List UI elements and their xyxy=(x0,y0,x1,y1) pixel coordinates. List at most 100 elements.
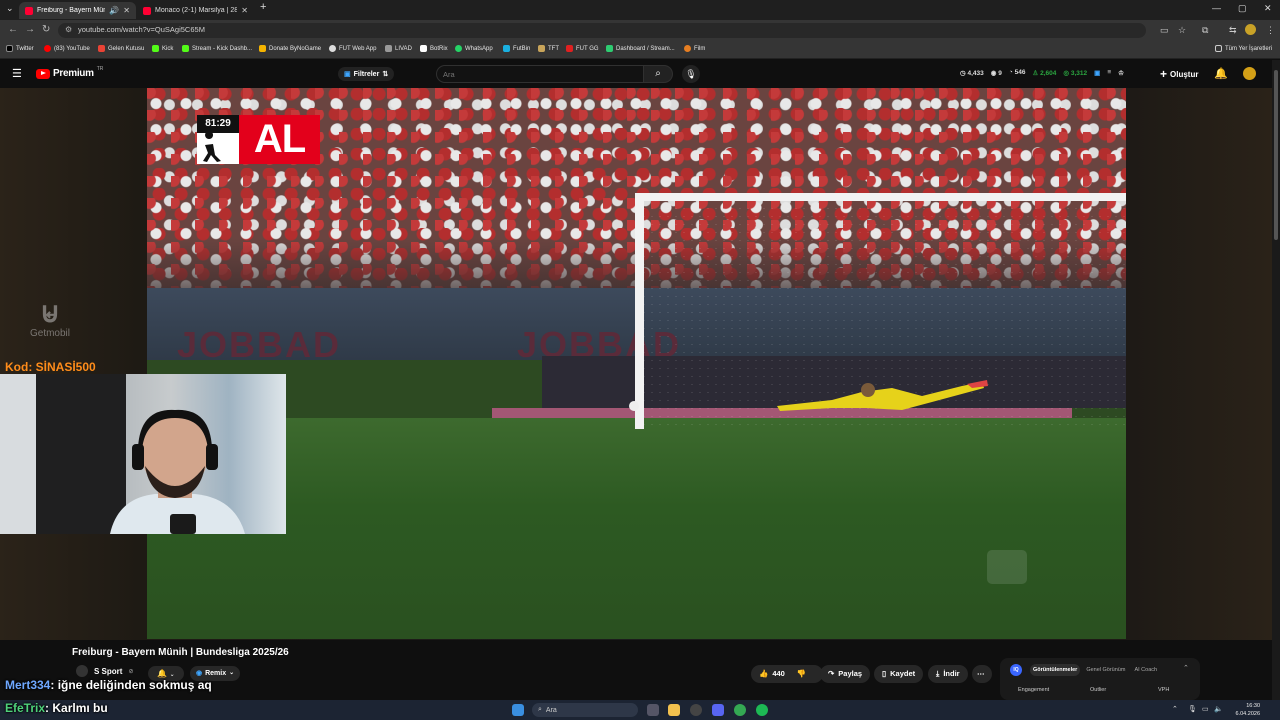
tab-groups-icon[interactable]: ⇆ xyxy=(1229,25,1237,36)
windows-taskbar: ⌕ Ara ⌃ 🎙 ▭ 🔈 16:30 6.04.2026 xyxy=(0,700,1280,720)
microphone-tray-icon[interactable]: 🎙 xyxy=(1188,705,1197,713)
create-button[interactable]: + Oluştur xyxy=(1160,67,1198,81)
bookmark-kick[interactable]: Kick xyxy=(152,45,173,52)
getmobil-logo-icon: ⊌ xyxy=(39,297,61,328)
list-icon[interactable]: ≡ xyxy=(1107,69,1111,77)
back-icon[interactable]: ← xyxy=(8,24,18,35)
youtube-favicon-icon xyxy=(25,6,33,15)
chat-username: EfeTrix xyxy=(5,701,46,715)
tab-freiburg-bayern[interactable]: Freiburg - Bayern Münih | B 🔊 ✕ xyxy=(19,2,136,19)
tft-icon xyxy=(538,45,545,52)
bookmark-star-icon[interactable]: ☆ xyxy=(1178,25,1186,36)
more-actions-button[interactable]: ⋯ xyxy=(972,665,992,683)
search-input[interactable] xyxy=(443,68,633,80)
subs-stat: ♙ 2,604 xyxy=(1032,70,1057,77)
goalkeeper-diving xyxy=(777,380,988,411)
bookmark-kick-dashboard[interactable]: Stream - Kick Dashb... xyxy=(182,45,252,52)
speaker-icon[interactable]: 🔊 xyxy=(109,6,119,15)
extensions-icon[interactable]: ⧉ xyxy=(1202,25,1208,36)
bookmark-dashboard-stream[interactable]: Dashboard / Stream... xyxy=(606,45,675,52)
page-scrollbar[interactable] xyxy=(1272,60,1280,700)
bookmark-futbin[interactable]: FutBin xyxy=(503,45,530,52)
maximize-icon[interactable]: ▢ xyxy=(1238,3,1247,14)
bookmark-whatsapp[interactable]: WhatsApp xyxy=(455,45,493,52)
like-dislike-button[interactable]: 👍 440 👎 xyxy=(751,665,823,683)
bookmark-botrix[interactable]: BotRix xyxy=(420,45,448,52)
omnibox[interactable]: ⚙ youtube.com/watch?v=QuSAgi5C65M xyxy=(58,23,1146,38)
site-info-icon[interactable]: ⚙ xyxy=(65,25,72,34)
save-button[interactable]: ▯ Kaydet xyxy=(874,665,924,683)
spotify-icon[interactable] xyxy=(756,704,768,716)
filters-button[interactable]: ▣ Filtreler ⇅ xyxy=(338,67,395,81)
youtube-premium-logo[interactable]: Premium TR xyxy=(36,66,103,79)
more-icon: ⋯ xyxy=(977,669,985,678)
tab-ai-coach[interactable]: AI Coach xyxy=(1131,664,1160,676)
url-text[interactable]: youtube.com/watch?v=QuSAgi5C65M xyxy=(78,25,205,34)
thumbs-up-icon[interactable]: 👍 xyxy=(759,665,768,683)
channel-name[interactable]: S Sport xyxy=(94,667,122,676)
channel-avatar[interactable] xyxy=(76,665,88,677)
trophy-icon[interactable]: ♔ xyxy=(1118,69,1124,77)
close-tab-icon[interactable]: ✕ xyxy=(123,6,130,15)
channel-row[interactable]: S Sport ⊘ xyxy=(76,665,133,677)
metric-outlier: Outlier xyxy=(1090,687,1107,693)
video-player[interactable]: JOBBAD JOBBAD xyxy=(147,88,1126,639)
new-tab-icon[interactable]: + xyxy=(260,1,266,13)
share-button[interactable]: ↷ Paylaş xyxy=(820,665,871,683)
account-avatar[interactable] xyxy=(1243,67,1256,80)
close-tab-icon[interactable]: ✕ xyxy=(241,6,248,15)
tab-monaco-marsilya[interactable]: Monaco (2-1) Marsilya | 28. Haf ✕ xyxy=(137,2,254,19)
globe-icon xyxy=(329,45,336,52)
chrome-icon[interactable] xyxy=(734,704,746,716)
task-view-icon[interactable] xyxy=(647,704,659,716)
voice-search-button[interactable]: 🎙 xyxy=(682,65,700,83)
video-title: Freiburg - Bayern Münih | Bundesliga 202… xyxy=(72,647,289,658)
thumbs-down-icon[interactable]: 👎 xyxy=(797,665,806,683)
bookmark-gelen-kutusu[interactable]: Gelen Kutusu xyxy=(98,45,144,52)
cast-icon[interactable]: ▭ xyxy=(1160,25,1169,36)
chrome-menu-icon[interactable]: ⋮ xyxy=(1266,25,1275,36)
clock-time: 16:30 xyxy=(1246,703,1260,709)
tray-overflow-icon[interactable]: ⌃ xyxy=(1172,705,1178,713)
bynogame-icon xyxy=(259,45,266,52)
gmail-icon xyxy=(98,45,105,52)
youtube-favicon-icon xyxy=(143,6,151,15)
network-icon[interactable]: ▭ xyxy=(1202,705,1209,713)
download-button[interactable]: ⤓ İndir xyxy=(928,665,968,683)
scrollbar-thumb[interactable] xyxy=(1274,70,1278,240)
reload-icon[interactable]: ↻ xyxy=(42,24,50,35)
file-explorer-icon[interactable] xyxy=(668,704,680,716)
revenue-stat: ◎ 3,312 xyxy=(1063,70,1088,77)
bookmark-livad[interactable]: LIVAD xyxy=(385,45,412,52)
profile-avatar[interactable] xyxy=(1245,24,1256,35)
match-clock: 81:29 xyxy=(197,115,239,133)
extension-badge-icon[interactable]: ▣ xyxy=(1094,69,1100,77)
tab-overview[interactable]: Genel Görünüm xyxy=(1083,664,1128,676)
discord-icon[interactable] xyxy=(712,704,724,716)
bookmark-twitter[interactable]: Twitter xyxy=(6,45,34,52)
taskbar-search[interactable]: ⌕ Ara xyxy=(532,703,638,717)
bookmark-tft[interactable]: TFT xyxy=(538,45,559,52)
notifications-bell-icon[interactable]: 🔔 xyxy=(1214,67,1228,80)
hamburger-menu-icon[interactable]: ☰ xyxy=(12,67,22,80)
chat-message: EfeTrix: Karlmı bu xyxy=(5,701,108,715)
bookmark-fut-web-app[interactable]: FUT Web App xyxy=(329,45,376,52)
bookmark-bynogame[interactable]: Donate ByNoGame xyxy=(259,45,321,52)
tab-views[interactable]: Görüntülenmeler xyxy=(1030,664,1081,676)
search-button[interactable]: ⌕ xyxy=(643,65,673,83)
goal-post xyxy=(635,193,644,429)
windows-start-icon[interactable] xyxy=(512,704,524,716)
bookmark-youtube[interactable]: (83) YouTube xyxy=(44,45,90,52)
minimize-icon[interactable]: — xyxy=(1212,3,1221,13)
taskbar-clock[interactable]: 16:30 6.04.2026 xyxy=(1226,702,1260,718)
bookmark-film[interactable]: Film xyxy=(684,45,705,52)
volume-icon[interactable]: 🔈 xyxy=(1214,705,1223,713)
bookmark-fut-gg[interactable]: FUT GG xyxy=(566,45,599,52)
collapse-icon[interactable]: ⌃ xyxy=(1183,664,1189,672)
forward-icon[interactable]: → xyxy=(25,24,35,35)
livad-icon xyxy=(385,45,392,52)
close-window-icon[interactable]: ✕ xyxy=(1264,3,1272,14)
obs-icon[interactable] xyxy=(690,704,702,716)
all-bookmarks[interactable]: Tüm Yer İşaretleri xyxy=(1215,45,1272,52)
tab-search-icon[interactable]: ⌄ xyxy=(6,3,14,14)
